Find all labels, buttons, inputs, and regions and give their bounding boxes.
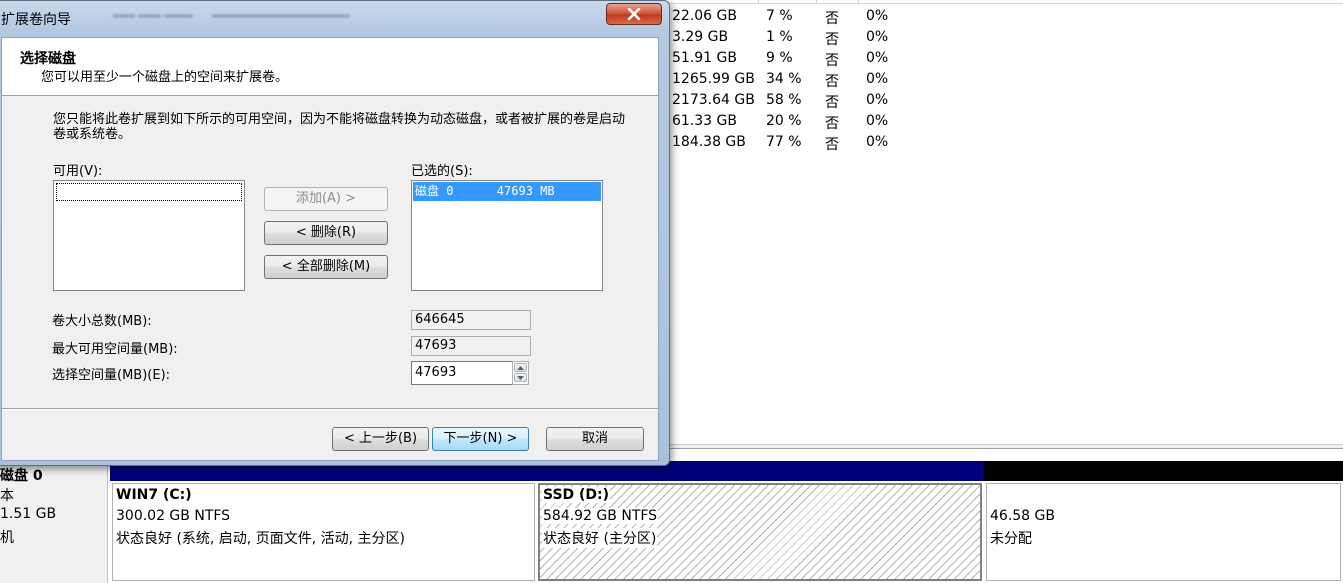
free-space: 3.29 GB xyxy=(672,29,729,45)
description-text: 您只能将此卷扩展到如下所示的可用空间，因为不能将磁盘转换为动态磁盘，或者被扩展的… xyxy=(53,112,626,142)
total-size-label: 卷大小总数(MB): xyxy=(52,314,152,329)
max-space-label: 最大可用空间量(MB): xyxy=(52,342,178,357)
percent-free: 77 % xyxy=(766,134,802,150)
partition-bar xyxy=(984,461,1343,481)
overhead: 0% xyxy=(866,71,889,87)
arrow-up-icon xyxy=(517,366,524,370)
blurred-background-text: ━━━ ━━━ ━━━━ ━━━━━━━━━━━━━━━━━━━ xyxy=(113,9,350,23)
extend-volume-wizard: 扩展卷向导 ━━━ ━━━ ━━━━ ━━━━━━━━━━━━━━━━━━━ 选… xyxy=(0,0,670,466)
free-space: 1265.99 GB xyxy=(672,71,755,87)
next-button[interactable]: 下一步(N) > xyxy=(432,427,529,451)
partition-status: 状态良好 (系统, 启动, 页面文件, 活动, 主分区) xyxy=(116,531,405,547)
overhead: 0% xyxy=(866,29,889,45)
wizard-header: 选择磁盘 您可以用至少一个磁盘上的空间来扩展卷。 xyxy=(2,38,658,96)
disk-size: 1.51 GB xyxy=(0,506,57,522)
remove-all-button[interactable]: < 全部删除(M) xyxy=(264,255,388,279)
fault-tolerance: 否 xyxy=(825,53,839,69)
back-button[interactable]: < 上一步(B) xyxy=(332,427,429,451)
partition-body xyxy=(986,483,1341,581)
select-space-input[interactable]: 47693 xyxy=(411,361,515,385)
percent-free: 58 % xyxy=(766,92,802,108)
partition-status: 状态良好 (主分区) xyxy=(542,528,658,548)
available-listbox[interactable] xyxy=(53,180,245,291)
disk-map: 磁盘 0 本 1.51 GB 机 WIN7 (C:) 300.02 GB NTF… xyxy=(0,448,1343,583)
dialog-title: 扩展卷向导 xyxy=(1,12,71,28)
select-space-label: 选择空间量(MB)(E): xyxy=(52,368,171,383)
selected-label: 已选的(S): xyxy=(411,164,473,179)
fault-tolerance: 否 xyxy=(825,116,839,132)
free-space: 2173.64 GB xyxy=(672,92,755,108)
percent-free: 34 % xyxy=(766,71,802,87)
header-title: 选择磁盘 xyxy=(20,51,76,67)
partition-status: 未分配 xyxy=(990,531,1032,547)
overhead: 0% xyxy=(866,134,889,150)
partition-size: 584.92 GB NTFS xyxy=(542,508,659,524)
max-space-field: 47693 xyxy=(411,336,531,356)
percent-free: 9 % xyxy=(766,50,793,66)
overhead: 0% xyxy=(866,113,889,129)
fault-tolerance: 否 xyxy=(825,74,839,90)
selected-listbox[interactable]: 磁盘 0 47693 MB xyxy=(411,180,603,291)
overhead: 0% xyxy=(866,92,889,108)
overhead: 0% xyxy=(866,50,889,66)
listbox-focus-rect xyxy=(56,183,242,201)
disk-0-label[interactable]: 磁盘 0 本 1.51 GB 机 xyxy=(0,461,108,583)
remove-button[interactable]: < 删除(R) xyxy=(264,221,388,245)
free-space: 184.38 GB xyxy=(672,134,746,150)
free-space: 22.06 GB xyxy=(672,8,737,24)
percent-free: 7 % xyxy=(766,8,793,24)
fault-tolerance: 否 xyxy=(825,11,839,27)
percent-free: 1 % xyxy=(766,29,793,45)
overhead: 0% xyxy=(866,8,889,24)
disk-name: 磁盘 0 xyxy=(0,468,43,484)
add-button[interactable]: 添加(A) > xyxy=(264,187,388,211)
partition-title: SSD (D:) xyxy=(542,487,611,503)
select-space-spinner xyxy=(512,361,529,385)
close-icon xyxy=(627,8,641,21)
cancel-button[interactable]: 取消 xyxy=(546,427,644,451)
percent-free: 20 % xyxy=(766,113,802,129)
fault-tolerance: 否 xyxy=(825,137,839,153)
partition-d[interactable]: SSD (D:) 584.92 GB NTFS 状态良好 (主分区) xyxy=(536,461,984,581)
available-label: 可用(V): xyxy=(53,164,103,179)
partition-size: 300.02 GB NTFS xyxy=(116,508,231,524)
free-space: 51.91 GB xyxy=(672,50,737,66)
partition-c[interactable]: WIN7 (C:) 300.02 GB NTFS 状态良好 (系统, 启动, 页… xyxy=(110,461,537,581)
disk-type: 本 xyxy=(0,488,14,504)
partition-size: 46.58 GB xyxy=(990,508,1055,524)
fault-tolerance: 否 xyxy=(825,95,839,111)
arrow-down-icon xyxy=(517,376,524,380)
disk-status: 机 xyxy=(0,530,14,546)
fault-tolerance: 否 xyxy=(825,32,839,48)
selected-disk-item[interactable]: 磁盘 0 47693 MB xyxy=(413,182,601,201)
free-space: 61.33 GB xyxy=(672,113,737,129)
spin-down-button[interactable] xyxy=(514,373,527,382)
header-subtitle: 您可以用至少一个磁盘上的空间来扩展卷。 xyxy=(41,70,289,85)
total-size-field: 646645 xyxy=(411,310,531,330)
partition-title: WIN7 (C:) xyxy=(116,487,192,503)
partition-unallocated[interactable]: 46.58 GB 未分配 xyxy=(984,461,1343,581)
close-button[interactable] xyxy=(606,3,662,25)
spin-up-button[interactable] xyxy=(514,363,527,372)
disk-management-window: 22.06 GB 7 % 否 0% 3.29 GB 1 % 否 0% 51.91… xyxy=(0,0,1343,583)
dialog-client-area: 选择磁盘 您可以用至少一个磁盘上的空间来扩展卷。 您只能将此卷扩展到如下所示的可… xyxy=(1,37,659,461)
footer-divider xyxy=(2,408,658,410)
